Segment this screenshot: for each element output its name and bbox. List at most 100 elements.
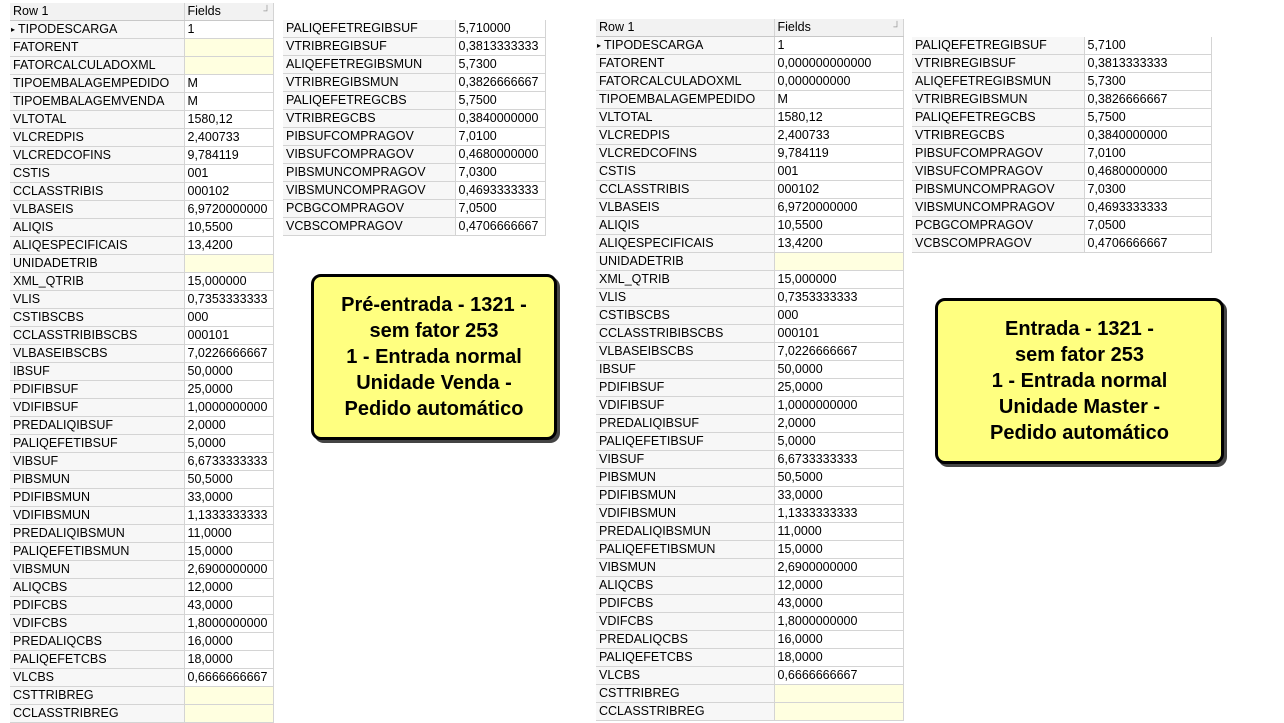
field-row[interactable]: ▸ TIPODESCARGA 1 [10, 20, 274, 39]
field-value-cell[interactable]: 5,7500 [455, 91, 546, 110]
field-row[interactable]: UNIDADETRIB [596, 252, 904, 271]
field-name-cell[interactable]: PDIFIBSUF [596, 378, 775, 397]
field-value-cell[interactable]: 50,0000 [774, 360, 904, 379]
field-row[interactable]: VLTOTAL 1580,12 [596, 108, 904, 127]
field-value-cell[interactable]: 0,6666666667 [774, 666, 904, 685]
field-row[interactable]: PALIQEFETCBS 18,0000 [10, 650, 274, 669]
field-name-cell[interactable]: PALIQEFETIBSMUN [10, 542, 185, 561]
field-row[interactable]: PREDALIQIBSMUN 11,0000 [10, 524, 274, 543]
field-name-cell[interactable]: VCBSCOMPRAGOV [283, 217, 456, 236]
field-row[interactable]: CCLASSTRIBIBSCBS 000101 [10, 326, 274, 345]
field-name-cell[interactable]: VLCBS [596, 666, 775, 685]
field-value-cell[interactable]: 2,6900000000 [184, 560, 274, 579]
field-name-cell[interactable]: PALIQEFETCBS [596, 648, 775, 667]
field-value-cell[interactable]: 0,4706666667 [1084, 234, 1212, 253]
field-row[interactable]: PIBSMUN 50,5000 [596, 468, 904, 487]
field-row[interactable]: VDIFIBSUF 1,0000000000 [596, 396, 904, 415]
field-value-cell[interactable]: 6,6733333333 [184, 452, 274, 471]
field-name-cell[interactable]: VTRIBREGCBS [283, 109, 456, 128]
field-name-cell[interactable]: VLCREDCOFINS [596, 144, 775, 163]
field-name-cell[interactable]: PALIQEFETIBSUF [596, 432, 775, 451]
field-name-cell[interactable]: VLBASEIS [10, 200, 185, 219]
field-value-cell[interactable] [774, 684, 904, 703]
field-row[interactable]: FATORCALCULADOXML 0,000000000 [596, 72, 904, 91]
field-name-cell[interactable]: VLTOTAL [10, 110, 185, 129]
field-row[interactable]: CSTIBSCBS 000 [596, 306, 904, 325]
field-row[interactable]: VTRIBREGCBS 0,3840000000 [283, 109, 546, 128]
field-value-cell[interactable]: 15,000000 [774, 270, 904, 289]
field-value-cell[interactable] [184, 254, 274, 273]
field-value-cell[interactable]: 2,0000 [774, 414, 904, 433]
field-value-cell[interactable]: 0,4693333333 [455, 181, 546, 200]
field-row[interactable]: FATORENT 0,000000000000 [596, 54, 904, 73]
field-name-cell[interactable]: PREDALIQIBSMUN [596, 522, 775, 541]
field-value-cell[interactable]: 2,400733 [774, 126, 904, 145]
field-name-cell[interactable]: VLIS [10, 290, 185, 309]
field-name-cell[interactable]: CSTIS [10, 164, 185, 183]
field-value-cell[interactable]: 11,0000 [184, 524, 274, 543]
field-name-cell[interactable]: PIBSUFCOMPRAGOV [912, 144, 1085, 163]
field-row[interactable]: TIPOEMBALAGEMVENDA M [10, 92, 274, 111]
field-row[interactable]: PIBSUFCOMPRAGOV 7,0100 [283, 127, 546, 146]
field-name-cell[interactable]: CSTIBSCBS [10, 308, 185, 327]
field-name-cell[interactable]: TIPOEMBALAGEMPEDIDO [596, 90, 775, 109]
field-row[interactable]: PDIFIBSMUN 33,0000 [596, 486, 904, 505]
field-name-cell[interactable]: PDIFIBSMUN [596, 486, 775, 505]
field-row[interactable]: PALIQEFETIBSMUN 15,0000 [596, 540, 904, 559]
field-value-cell[interactable]: 50,5000 [184, 470, 274, 489]
field-value-cell[interactable]: 7,0100 [455, 127, 546, 146]
field-value-cell[interactable]: 11,0000 [774, 522, 904, 541]
field-value-cell[interactable]: 000101 [184, 326, 274, 345]
field-row[interactable]: PDIFIBSUF 25,0000 [596, 378, 904, 397]
field-name-cell[interactable]: VIBSUFCOMPRAGOV [912, 162, 1085, 181]
field-value-cell[interactable]: 5,0000 [774, 432, 904, 451]
field-value-cell[interactable] [774, 252, 904, 271]
field-value-cell[interactable]: 16,0000 [184, 632, 274, 651]
field-row[interactable]: CSTTRIBREG [10, 686, 274, 705]
field-name-cell[interactable]: PCBGCOMPRAGOV [912, 216, 1085, 235]
field-row[interactable]: VDIFCBS 1,8000000000 [596, 612, 904, 631]
field-row[interactable]: IBSUF 50,0000 [10, 362, 274, 381]
field-row[interactable]: PREDALIQCBS 16,0000 [596, 630, 904, 649]
column-resize-handle[interactable]: ┘ [263, 3, 270, 20]
field-row[interactable]: VTRIBREGIBSMUN 0,3826666667 [912, 90, 1212, 109]
field-value-cell[interactable]: 12,0000 [774, 576, 904, 595]
field-name-cell[interactable]: CSTTRIBREG [10, 686, 185, 705]
field-row[interactable]: VIBSUF 6,6733333333 [596, 450, 904, 469]
field-value-cell[interactable]: M [184, 92, 274, 111]
field-name-cell[interactable]: PALIQEFETREGIBSUF [912, 37, 1085, 55]
field-name-cell[interactable]: ALIQESPECIFICAIS [10, 236, 185, 255]
field-name-cell[interactable]: VTRIBREGIBSMUN [283, 73, 456, 92]
field-row[interactable]: PIBSMUN 50,5000 [10, 470, 274, 489]
field-row[interactable]: VDIFIBSMUN 1,1333333333 [10, 506, 274, 525]
field-name-cell[interactable]: CCLASSTRIBREG [596, 702, 775, 721]
field-name-cell[interactable]: FATORENT [10, 38, 185, 57]
field-value-cell[interactable]: 15,0000 [774, 540, 904, 559]
field-row[interactable]: FATORENT [10, 38, 274, 57]
field-value-cell[interactable]: 50,0000 [184, 362, 274, 381]
field-name-cell[interactable]: VIBSMUN [596, 558, 775, 577]
field-name-cell[interactable]: VTRIBREGCBS [912, 126, 1085, 145]
field-name-cell[interactable]: PIBSUFCOMPRAGOV [283, 127, 456, 146]
field-row[interactable]: PDIFCBS 43,0000 [10, 596, 274, 615]
field-value-cell[interactable]: 000102 [184, 182, 274, 201]
field-value-cell[interactable]: 0,7353333333 [774, 288, 904, 307]
field-value-cell[interactable]: 13,4200 [774, 234, 904, 253]
field-name-cell[interactable]: ALIQIS [596, 216, 775, 235]
field-value-cell[interactable]: 0,000000000 [774, 72, 904, 91]
field-row[interactable]: CCLASSTRIBREG [596, 702, 904, 721]
field-value-cell[interactable]: 5,0000 [184, 434, 274, 453]
field-name-cell[interactable]: CCLASSTRIBIBSCBS [10, 326, 185, 345]
field-name-cell[interactable]: VTRIBREGIBSUF [912, 54, 1085, 73]
field-value-cell[interactable]: 15,0000 [184, 542, 274, 561]
field-value-cell[interactable]: 6,9720000000 [774, 198, 904, 217]
field-row[interactable]: PALIQEFETREGCBS 5,7500 [283, 91, 546, 110]
column-resize-handle[interactable]: ┘ [893, 19, 900, 36]
field-name-cell[interactable]: XML_QTRIB [596, 270, 775, 289]
field-name-cell[interactable]: PALIQEFETREGCBS [283, 91, 456, 110]
field-row[interactable]: ▸ TIPODESCARGA 1 [596, 36, 904, 55]
field-value-cell[interactable] [184, 686, 274, 705]
field-row[interactable]: ALIQIS 10,5500 [10, 218, 274, 237]
field-row[interactable]: VTRIBREGIBSMUN 0,3826666667 [283, 73, 546, 92]
field-row[interactable]: PALIQEFETCBS 18,0000 [596, 648, 904, 667]
